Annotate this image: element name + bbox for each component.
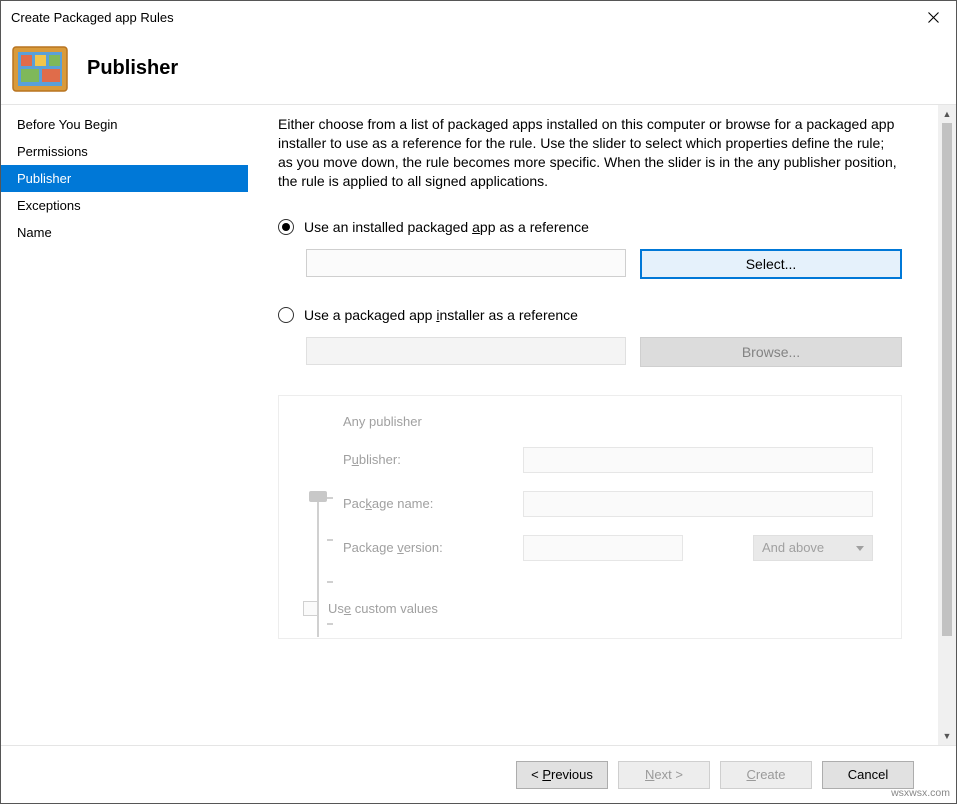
package-name-input bbox=[523, 491, 873, 517]
scroll-up-icon[interactable]: ▲ bbox=[943, 105, 952, 123]
sidebar-item-before-you-begin[interactable]: Before You Begin bbox=[1, 111, 248, 138]
scroll-down-icon[interactable]: ▼ bbox=[943, 727, 952, 745]
publisher-details-box: Any publisher Publisher: Package name: P… bbox=[278, 395, 902, 639]
select-button[interactable]: Select... bbox=[640, 249, 902, 279]
content-wrap: Either choose from a list of packaged ap… bbox=[248, 105, 956, 745]
package-version-label: Package version: bbox=[343, 540, 523, 555]
sidebar-item-name[interactable]: Name bbox=[1, 219, 248, 246]
any-publisher-label: Any publisher bbox=[343, 414, 523, 429]
radio-label: Use an installed packaged app as a refer… bbox=[304, 219, 589, 235]
checkbox-icon bbox=[303, 601, 318, 616]
titlebar: Create Packaged app Rules bbox=[1, 1, 956, 33]
footer: < Previous Next > Create Cancel bbox=[1, 745, 956, 803]
scrollbar-thumb[interactable] bbox=[942, 123, 952, 636]
wizard-dialog: Create Packaged app Rules Publisher Befo… bbox=[0, 0, 957, 804]
cancel-button[interactable]: Cancel bbox=[822, 761, 914, 789]
checkbox-label: Use custom values bbox=[328, 601, 438, 616]
installer-input bbox=[306, 337, 626, 365]
radio-label: Use a packaged app installer as a refere… bbox=[304, 307, 578, 323]
sidebar-item-exceptions[interactable]: Exceptions bbox=[1, 192, 248, 219]
app-icon bbox=[11, 45, 69, 93]
header: Publisher bbox=[1, 33, 956, 105]
window-title: Create Packaged app Rules bbox=[11, 10, 174, 25]
description-text: Either choose from a list of packaged ap… bbox=[278, 115, 902, 191]
close-button[interactable] bbox=[910, 1, 956, 33]
version-condition-select: And above bbox=[753, 535, 873, 561]
publisher-label: Publisher: bbox=[343, 452, 523, 467]
installed-app-input[interactable] bbox=[306, 249, 626, 277]
body: Before You Begin Permissions Publisher E… bbox=[1, 105, 956, 745]
vertical-scrollbar[interactable]: ▲ ▼ bbox=[938, 105, 956, 745]
close-icon bbox=[928, 12, 939, 23]
publisher-input bbox=[523, 447, 873, 473]
package-version-input bbox=[523, 535, 683, 561]
installer-row: Browse... bbox=[278, 337, 902, 367]
installed-app-row: Select... bbox=[278, 249, 902, 279]
create-button: Create bbox=[720, 761, 812, 789]
next-button: Next > bbox=[618, 761, 710, 789]
slider-thumb-icon bbox=[309, 491, 327, 502]
package-name-label: Package name: bbox=[343, 496, 523, 511]
radio-icon bbox=[278, 307, 294, 323]
sidebar-item-permissions[interactable]: Permissions bbox=[1, 138, 248, 165]
content: Either choose from a list of packaged ap… bbox=[248, 105, 938, 745]
use-custom-values-checkbox: Use custom values bbox=[303, 601, 881, 616]
radio-icon bbox=[278, 219, 294, 235]
sidebar-item-publisher[interactable]: Publisher bbox=[1, 165, 248, 192]
radio-use-installed-app[interactable]: Use an installed packaged app as a refer… bbox=[278, 219, 902, 235]
previous-button[interactable]: < Previous bbox=[516, 761, 608, 789]
radio-use-installer[interactable]: Use a packaged app installer as a refere… bbox=[278, 307, 902, 323]
watermark: wsxwsx.com bbox=[891, 787, 950, 799]
sidebar: Before You Begin Permissions Publisher E… bbox=[1, 105, 248, 745]
page-title: Publisher bbox=[87, 57, 178, 80]
browse-button: Browse... bbox=[640, 337, 902, 367]
